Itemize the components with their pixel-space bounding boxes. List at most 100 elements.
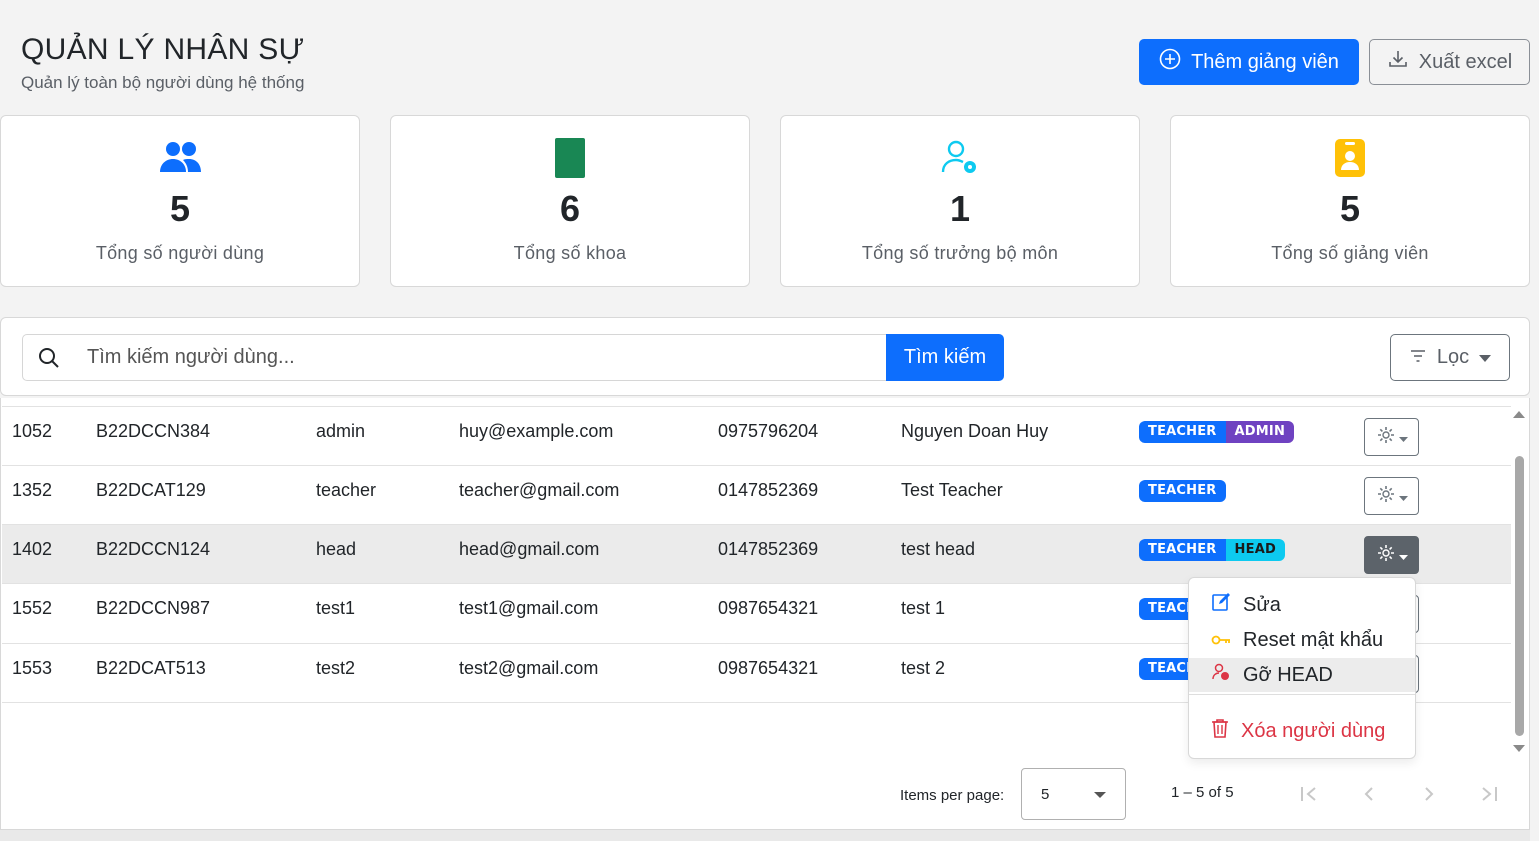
next-page-icon[interactable] xyxy=(1417,782,1441,806)
stat-label: Tổng số khoa xyxy=(513,243,627,263)
add-lecturer-label: Thêm giảng viên xyxy=(1191,50,1339,73)
role-badge-teacher: TEACHER xyxy=(1139,539,1226,561)
cell-email: huy@example.com xyxy=(459,421,614,441)
row-actions-button[interactable] xyxy=(1364,477,1419,515)
cell-fullname: Test Teacher xyxy=(901,480,1003,500)
cell-fullname: test 2 xyxy=(901,658,946,678)
row-actions-menu: Sửa Reset mật khẩu Gỡ HEAD Xóa người dùn… xyxy=(1188,577,1416,759)
edit-icon xyxy=(1211,592,1231,618)
table-scrollbar[interactable] xyxy=(1511,404,1528,752)
user-gear-icon xyxy=(938,136,982,180)
role-badges: TEACHER ADMIN xyxy=(1139,421,1295,443)
role-badge-head: HEAD xyxy=(1225,539,1285,561)
caret-down-icon xyxy=(1398,486,1408,507)
stat-card-lecturers: 5 Tổng số giảng viên xyxy=(1170,115,1530,287)
cell-username: test1 xyxy=(316,598,356,618)
search-box xyxy=(22,334,887,381)
search-input[interactable] xyxy=(87,335,877,380)
page-size-value: 5 xyxy=(1041,786,1050,803)
cell-id: 1553 xyxy=(12,658,53,678)
caret-down-icon xyxy=(1479,346,1492,369)
stat-card-heads: 1 Tổng số trưởng bộ môn xyxy=(780,115,1140,287)
cell-phone: 0987654321 xyxy=(718,598,819,618)
id-badge-icon xyxy=(1328,136,1372,180)
add-lecturer-button[interactable]: Thêm giảng viên xyxy=(1139,39,1359,85)
menu-item-label: Reset mật khẩu xyxy=(1243,628,1384,651)
cell-fullname: Nguyen Doan Huy xyxy=(901,421,1049,441)
scroll-down-arrow-icon[interactable] xyxy=(1513,740,1525,758)
last-page-icon[interactable] xyxy=(1477,782,1501,806)
cell-id: 1552 xyxy=(12,598,53,618)
cell-username: teacher xyxy=(316,480,377,500)
page-title: QUẢN LÝ NHÂN SỰ xyxy=(21,33,305,66)
first-page-icon[interactable] xyxy=(1297,782,1321,806)
stat-card-faculties: 6 Tổng số khoa xyxy=(390,115,750,287)
role-badges: TEACHER HEAD xyxy=(1139,539,1285,561)
cell-code: B22DCCN384 xyxy=(96,421,211,441)
table-row: 1052 B22DCCN384 admin huy@example.com 09… xyxy=(2,406,1511,465)
stat-label: Tổng số giảng viên xyxy=(1271,243,1429,263)
cell-phone: 0147852369 xyxy=(718,539,819,559)
role-badges: TEACHER xyxy=(1139,480,1226,502)
menu-item-remove-head[interactable]: Gỡ HEAD xyxy=(1189,658,1415,692)
search-icon xyxy=(37,346,61,375)
cell-id: 1402 xyxy=(12,539,53,559)
export-excel-button[interactable]: Xuất excel xyxy=(1369,39,1530,85)
page-range-label: 1 – 5 of 5 xyxy=(1171,784,1234,801)
items-per-page-label: Items per page: xyxy=(900,787,1005,804)
filter-label: Lọc xyxy=(1436,346,1470,368)
cell-fullname: test 1 xyxy=(901,598,946,618)
cell-id: 1352 xyxy=(12,480,53,500)
scroll-up-arrow-icon[interactable] xyxy=(1513,406,1525,424)
role-badge-teacher: TEACHER xyxy=(1139,421,1226,443)
stat-value: 5 xyxy=(169,188,191,229)
menu-item-reset-password[interactable]: Reset mật khẩu xyxy=(1189,623,1415,657)
role-badge-admin: ADMIN xyxy=(1225,421,1295,443)
previous-page-icon[interactable] xyxy=(1357,782,1381,806)
menu-item-label: Sửa xyxy=(1243,593,1281,616)
stat-value: 1 xyxy=(949,188,971,229)
menu-item-edit[interactable]: Sửa xyxy=(1189,588,1415,622)
cell-phone: 0975796204 xyxy=(718,421,819,441)
caret-down-icon xyxy=(1398,427,1408,448)
users-icon xyxy=(158,136,202,180)
cell-code: B22DCCN124 xyxy=(96,539,211,559)
menu-item-delete-user[interactable]: Xóa người dùng xyxy=(1189,714,1415,748)
cell-email: head@gmail.com xyxy=(459,539,600,559)
key-icon xyxy=(1211,629,1231,652)
gear-icon xyxy=(1376,425,1396,450)
export-excel-label: Xuất excel xyxy=(1418,50,1513,73)
filter-button[interactable]: Lọc xyxy=(1390,334,1510,381)
gear-icon xyxy=(1376,543,1396,568)
menu-item-label: Xóa người dùng xyxy=(1241,719,1386,742)
menu-divider xyxy=(1189,694,1415,695)
page-subtitle: Quản lý toàn bộ người dùng hệ thống xyxy=(21,73,305,92)
plus-circle-icon xyxy=(1159,48,1181,76)
cell-code: B22DCCN987 xyxy=(96,598,211,618)
cell-username: test2 xyxy=(316,658,356,678)
scroll-thumb[interactable] xyxy=(1515,456,1524,736)
bottom-edge xyxy=(0,829,1530,841)
user-remove-icon xyxy=(1211,662,1231,688)
row-actions-button[interactable] xyxy=(1364,418,1419,456)
page-size-select[interactable]: 5 xyxy=(1021,768,1126,820)
stat-card-users: 5 Tổng số người dùng xyxy=(0,115,360,287)
gear-icon xyxy=(1376,484,1396,509)
book-icon xyxy=(548,136,592,180)
row-actions-button[interactable] xyxy=(1364,536,1419,574)
stat-value: 6 xyxy=(559,188,581,229)
search-button[interactable]: Tìm kiếm xyxy=(886,334,1004,381)
role-badge-teacher: TEACHER xyxy=(1139,480,1226,502)
cell-phone: 0987654321 xyxy=(718,658,819,678)
stat-label: Tổng số trưởng bộ môn xyxy=(861,243,1059,263)
cell-fullname: test head xyxy=(901,539,976,559)
cell-code: B22DCAT513 xyxy=(96,658,206,678)
stat-value: 5 xyxy=(1339,188,1361,229)
cell-phone: 0147852369 xyxy=(718,480,819,500)
cell-email: teacher@gmail.com xyxy=(459,480,620,500)
cell-email: test1@gmail.com xyxy=(459,598,599,618)
table-row: 1352 B22DCAT129 teacher teacher@gmail.co… xyxy=(2,465,1511,524)
stat-label: Tổng số người dùng xyxy=(95,243,265,263)
cell-code: B22DCAT129 xyxy=(96,480,206,500)
menu-item-label: Gỡ HEAD xyxy=(1243,663,1333,686)
